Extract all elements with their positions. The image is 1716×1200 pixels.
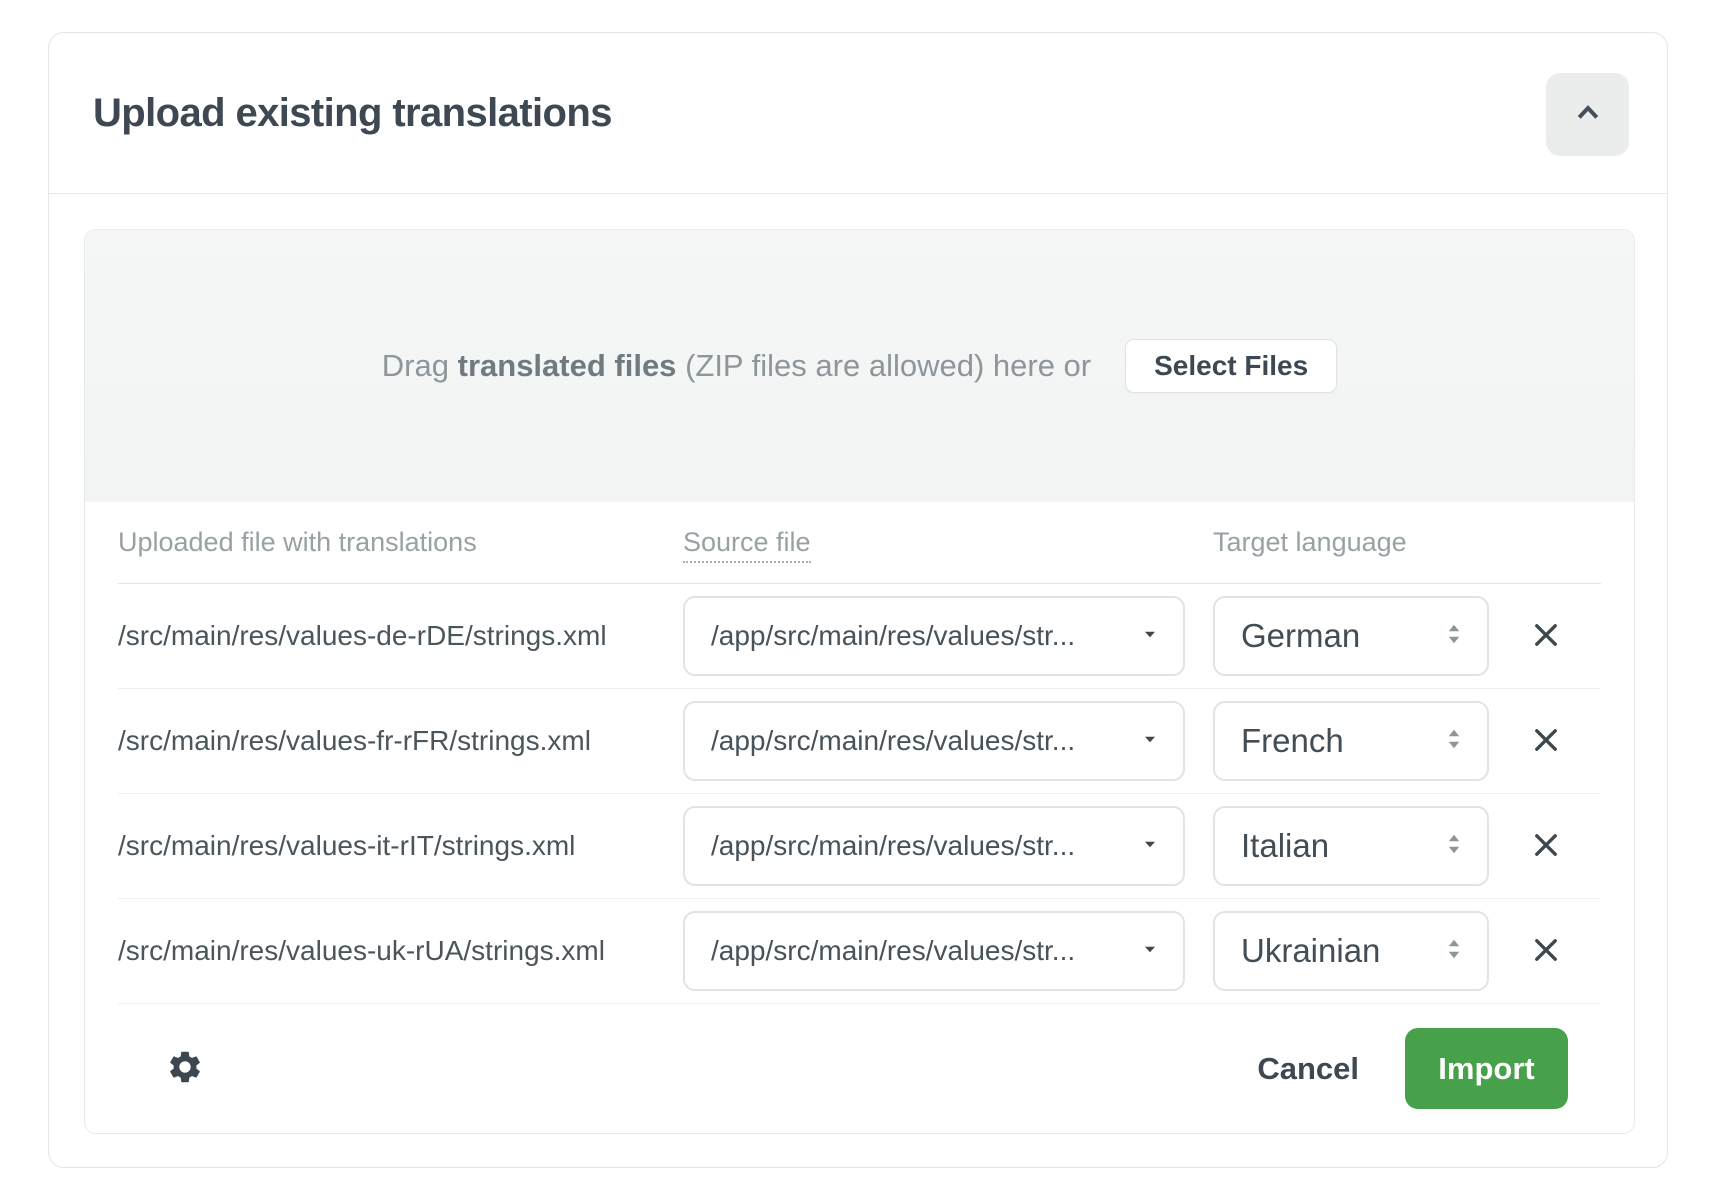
gear-icon	[166, 1048, 204, 1089]
target-language-value: Italian	[1241, 827, 1329, 865]
uploaded-file-path: /src/main/res/values-fr-rFR/strings.xml	[118, 725, 683, 757]
x-icon	[1529, 723, 1563, 760]
dropzone-text-prefix: Drag	[382, 348, 449, 383]
source-file-value: /app/src/main/res/values/str...	[711, 725, 1075, 757]
uploaded-file-path: /src/main/res/values-uk-rUA/strings.xml	[118, 935, 683, 967]
source-file-value: /app/src/main/res/values/str...	[711, 830, 1075, 862]
table-row: /src/main/res/values-it-rIT/strings.xml …	[118, 794, 1601, 899]
select-files-button[interactable]: Select Files	[1125, 339, 1337, 393]
remove-row-button[interactable]	[1519, 714, 1573, 768]
cancel-button[interactable]: Cancel	[1237, 1041, 1379, 1097]
target-language-value: French	[1241, 722, 1344, 760]
target-language-value: Ukrainian	[1241, 932, 1380, 970]
upload-translations-dialog: Upload existing translations Drag transl…	[48, 32, 1668, 1168]
dropzone-text-bold: translated files	[458, 348, 677, 383]
caret-down-icon	[1139, 620, 1161, 652]
column-header-uploaded-file: Uploaded file with translations	[118, 527, 683, 558]
target-language-select[interactable]: German	[1213, 596, 1489, 676]
remove-row-button[interactable]	[1519, 609, 1573, 663]
source-file-select[interactable]: /app/src/main/res/values/str...	[683, 596, 1185, 676]
caret-down-icon	[1139, 935, 1161, 967]
source-file-select[interactable]: /app/src/main/res/values/str...	[683, 701, 1185, 781]
uploaded-file-path: /src/main/res/values-it-rIT/strings.xml	[118, 830, 683, 862]
x-icon	[1529, 618, 1563, 655]
collapse-button[interactable]	[1546, 73, 1629, 156]
translations-table: Uploaded file with translations Source f…	[85, 502, 1634, 1133]
remove-row-button[interactable]	[1519, 819, 1573, 873]
caret-down-icon	[1139, 725, 1161, 757]
remove-row-button[interactable]	[1519, 924, 1573, 978]
source-file-value: /app/src/main/res/values/str...	[711, 935, 1075, 967]
column-header-source-file: Source file	[683, 527, 1213, 558]
up-down-caret-icon	[1441, 722, 1467, 760]
import-settings-button[interactable]	[157, 1041, 213, 1097]
table-row: /src/main/res/values-uk-rUA/strings.xml …	[118, 899, 1601, 1004]
table-header-row: Uploaded file with translations Source f…	[118, 502, 1601, 584]
uploaded-file-path: /src/main/res/values-de-rDE/strings.xml	[118, 620, 683, 652]
up-down-caret-icon	[1441, 932, 1467, 970]
target-language-select[interactable]: French	[1213, 701, 1489, 781]
chevron-up-icon	[1573, 98, 1603, 131]
x-icon	[1529, 828, 1563, 865]
target-language-value: German	[1241, 617, 1360, 655]
dialog-header: Upload existing translations	[49, 33, 1667, 194]
dialog-footer: Cancel Import	[118, 1004, 1601, 1133]
dropzone-text-suffix: (ZIP files are allowed) here or	[685, 348, 1091, 383]
file-dropzone[interactable]: Drag translated files (ZIP files are all…	[85, 230, 1634, 502]
up-down-caret-icon	[1441, 827, 1467, 865]
column-header-target-language: Target language	[1213, 527, 1490, 558]
up-down-caret-icon	[1441, 617, 1467, 655]
page-title: Upload existing translations	[93, 91, 612, 136]
source-file-select[interactable]: /app/src/main/res/values/str...	[683, 911, 1185, 991]
target-language-select[interactable]: Ukrainian	[1213, 911, 1489, 991]
table-row: /src/main/res/values-fr-rFR/strings.xml …	[118, 689, 1601, 794]
caret-down-icon	[1139, 830, 1161, 862]
import-button[interactable]: Import	[1405, 1028, 1568, 1109]
table-row: /src/main/res/values-de-rDE/strings.xml …	[118, 584, 1601, 689]
dropzone-text: Drag translated files (ZIP files are all…	[382, 348, 1091, 384]
upload-panel: Drag translated files (ZIP files are all…	[84, 229, 1635, 1134]
x-icon	[1529, 933, 1563, 970]
target-language-select[interactable]: Italian	[1213, 806, 1489, 886]
source-file-value: /app/src/main/res/values/str...	[711, 620, 1075, 652]
source-file-select[interactable]: /app/src/main/res/values/str...	[683, 806, 1185, 886]
